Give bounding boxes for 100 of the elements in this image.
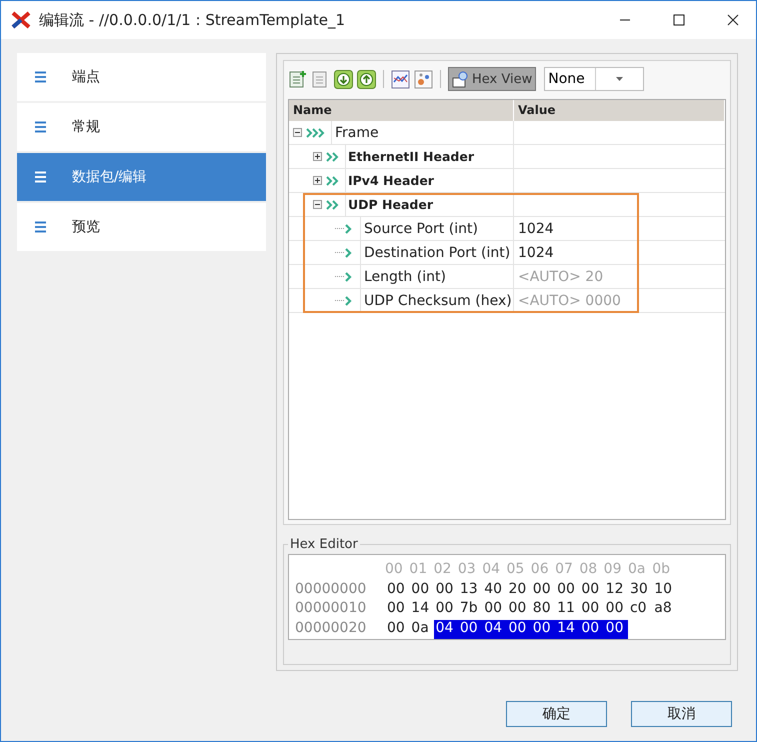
column-offset: 08 (579, 561, 598, 579)
graph-icon[interactable] (391, 70, 410, 88)
row-offset: 00000010 (295, 600, 368, 618)
list-icon (35, 221, 46, 233)
hex-byte[interactable]: 00 (409, 580, 434, 600)
caret-icon (616, 77, 624, 81)
hex-byte[interactable]: a8 (652, 600, 677, 620)
hex-byte[interactable]: 00 (604, 600, 628, 620)
ok-button[interactable]: 确定 (506, 701, 607, 727)
plus-icon (314, 153, 321, 160)
field-name[interactable]: UDP Header (345, 193, 434, 216)
hex-byte[interactable]: 00 (458, 620, 482, 639)
hex-byte[interactable]: 10 (652, 580, 677, 600)
hex-byte[interactable]: c0 (628, 600, 652, 620)
move-down-icon[interactable] (334, 70, 353, 88)
window-title: 编辑流 - //0.0.0.0/1/1 : StreamTemplate_1 (39, 10, 346, 30)
collapse-toggle[interactable] (293, 128, 302, 137)
row-offset: 00000020 (295, 620, 368, 638)
move-up-icon[interactable] (357, 70, 376, 88)
hex-byte[interactable]: 12 (604, 580, 628, 600)
chevron-icon (345, 248, 353, 258)
column-offset: 02 (434, 561, 452, 579)
field-name[interactable]: EthernetII Header (345, 145, 474, 168)
column-offset: 03 (458, 561, 477, 579)
hex-byte[interactable]: 7b (458, 600, 482, 620)
nodes-icon[interactable] (414, 70, 433, 88)
hex-view-icon (452, 70, 470, 88)
hex-byte[interactable]: 11 (555, 600, 580, 620)
sidebar-item[interactable]: 端点 (17, 53, 266, 101)
column-offset: 0a (628, 561, 646, 579)
hex-byte[interactable]: 00 (385, 620, 410, 639)
sidebar-item[interactable]: 预览 (17, 203, 266, 251)
hex-byte[interactable]: 00 (579, 620, 604, 639)
column-header: Value (514, 100, 725, 121)
plus-icon (314, 177, 321, 184)
list-icon (35, 171, 46, 183)
hex-byte[interactable]: 00 (482, 600, 506, 620)
double-chevron-icon (326, 152, 340, 162)
hex-byte[interactable]: 00 (506, 620, 531, 639)
column-offset: 06 (530, 561, 550, 579)
hex-byte[interactable]: 04 (434, 620, 458, 639)
field-name[interactable]: IPv4 Header (345, 169, 434, 192)
hex-byte[interactable]: 14 (555, 620, 580, 639)
hex-byte[interactable]: 00 (530, 580, 556, 600)
hex-byte[interactable]: 00 (530, 620, 556, 639)
hex-byte[interactable]: 20 (506, 580, 531, 600)
chevron-icon (345, 224, 353, 234)
app-logo-icon (11, 11, 31, 29)
double-chevron-icon (326, 200, 340, 210)
hex-byte[interactable]: 80 (530, 600, 556, 620)
list-icon (35, 121, 46, 133)
filter-dropdown[interactable]: None (544, 67, 644, 91)
column-offset: 05 (506, 561, 526, 579)
column-offset: 01 (409, 561, 428, 579)
field-name[interactable]: Destination Port (int) (360, 241, 510, 264)
chevron-icon (345, 272, 353, 282)
hex-byte[interactable]: 00 (385, 580, 410, 600)
expand-toggle[interactable] (313, 176, 322, 185)
close-icon (727, 14, 739, 26)
row-offset: 00000000 (295, 580, 368, 598)
hex-byte[interactable]: 00 (579, 600, 604, 620)
sidebar-item[interactable]: 数据包/编辑 (17, 153, 266, 201)
column-header: Name (289, 100, 514, 121)
minus-icon (294, 129, 301, 136)
hex-byte[interactable]: 40 (482, 580, 506, 600)
hex-byte[interactable]: 13 (458, 580, 482, 600)
double-chevron-icon (326, 176, 340, 186)
maximize-icon (673, 14, 685, 26)
column-offset: 00 (385, 561, 404, 579)
hex-byte[interactable]: 00 (604, 620, 628, 639)
add-document-icon[interactable] (288, 70, 307, 88)
panel-title: Hex Editor (289, 537, 359, 552)
hex-byte[interactable]: 0a (409, 620, 434, 639)
hex-byte[interactable]: 14 (409, 600, 434, 620)
sidebar-item[interactable]: 常规 (17, 103, 266, 151)
collapse-toggle[interactable] (313, 200, 322, 209)
triple-chevron-icon (306, 128, 326, 138)
cancel-button[interactable]: 取消 (631, 701, 732, 727)
field-name[interactable]: Frame (331, 121, 379, 144)
hex-byte[interactable]: 00 (555, 580, 580, 600)
hex-view-button[interactable]: Hex View (448, 67, 536, 91)
column-offset: 0b (652, 561, 672, 579)
field-value[interactable]: 1024 (514, 241, 725, 264)
hex-byte[interactable]: 00 (385, 600, 410, 620)
hex-byte[interactable]: 30 (628, 580, 652, 600)
field-name[interactable]: UDP Checksum (hex) (360, 289, 512, 312)
hex-byte[interactable]: 04 (482, 620, 506, 639)
column-offset: 09 (604, 561, 622, 579)
hex-byte[interactable]: 00 (506, 600, 531, 620)
hex-byte[interactable]: 00 (434, 600, 458, 620)
chevron-icon (345, 296, 353, 306)
field-name[interactable]: Source Port (int) (360, 217, 478, 240)
field-name[interactable]: Length (int) (360, 265, 446, 288)
list-icon (35, 71, 46, 83)
hex-byte[interactable]: 00 (434, 580, 458, 600)
column-offset: 07 (555, 561, 574, 579)
hex-byte[interactable]: 00 (579, 580, 604, 600)
expand-toggle[interactable] (313, 152, 322, 161)
minus-icon (314, 201, 321, 208)
field-value[interactable]: 1024 (514, 217, 725, 240)
